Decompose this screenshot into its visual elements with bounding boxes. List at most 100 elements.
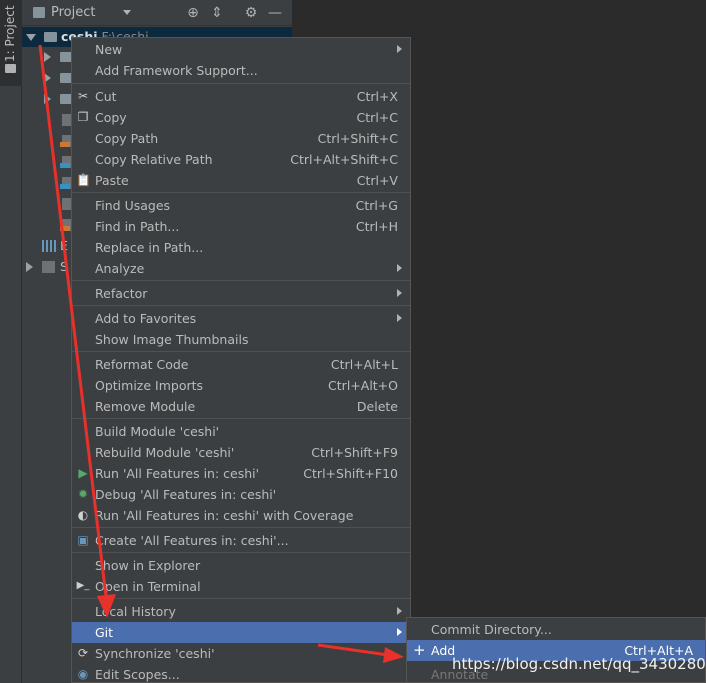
chevron-right-icon[interactable] — [26, 262, 33, 272]
coverage-icon: ◐ — [77, 508, 89, 522]
menu-item-cut[interactable]: ✂ Cut Ctrl+X — [72, 86, 410, 107]
menu-item-paste[interactable]: 📋 Paste Ctrl+V — [72, 170, 410, 191]
minimize-icon[interactable]: — — [266, 4, 284, 22]
menu-item-label: Create 'All Features in: ceshi'... — [95, 533, 289, 548]
menu-item-add-framework-support[interactable]: Add Framework Support... — [72, 60, 410, 81]
menu-item-optimize-imports[interactable]: Optimize Imports Ctrl+Alt+O — [72, 375, 410, 396]
chevron-right-icon[interactable] — [44, 52, 51, 62]
chevron-right-icon[interactable] — [44, 73, 51, 83]
collapse-all-icon[interactable]: ⇕ — [208, 4, 226, 22]
menu-item-label: Analyze — [95, 261, 145, 276]
menu-item-edit-scopes[interactable]: ◉ Edit Scopes... — [72, 664, 410, 683]
menu-item-find-in-path[interactable]: Find in Path... Ctrl+H — [72, 216, 410, 237]
menu-separator — [72, 280, 410, 281]
menu-item-label: Run 'All Features in: ceshi' — [95, 466, 260, 481]
menu-item-git[interactable]: Git — [72, 622, 410, 643]
create-config-icon: ▣ — [77, 533, 89, 547]
menu-item-shortcut: Ctrl+Alt+Shift+C — [290, 152, 398, 167]
menu-separator — [72, 552, 410, 553]
libraries-icon — [42, 240, 56, 252]
menu-item-label: Debug 'All Features in: ceshi' — [95, 487, 277, 502]
locate-icon[interactable]: ⊕ — [184, 4, 202, 22]
menu-item-refactor[interactable]: Refactor — [72, 283, 410, 304]
menu-item-label: Copy — [95, 110, 127, 125]
menu-item-new[interactable]: New — [72, 39, 410, 60]
menu-item-replace-in-path[interactable]: Replace in Path... — [72, 237, 410, 258]
menu-item-create-run-config[interactable]: ▣ Create 'All Features in: ceshi'... — [72, 530, 410, 551]
submenu-item-label: Commit Directory... — [431, 622, 552, 637]
menu-item-label: Rebuild Module 'ceshi' — [95, 445, 235, 460]
scissors-icon: ✂ — [77, 89, 89, 103]
menu-item-analyze[interactable]: Analyze — [72, 258, 410, 279]
menu-item-shortcut: Ctrl+Alt+L — [330, 357, 398, 372]
terminal-icon: ▶_ — [76, 580, 90, 591]
menu-item-add-to-favorites[interactable]: Add to Favorites — [72, 308, 410, 329]
menu-item-label: Copy Path — [95, 131, 159, 146]
menu-separator — [72, 83, 410, 84]
menu-separator — [72, 192, 410, 193]
menu-item-show-in-explorer[interactable]: Show in Explorer — [72, 555, 410, 576]
menu-item-reformat-code[interactable]: Reformat Code Ctrl+Alt+L — [72, 354, 410, 375]
menu-item-label: Synchronize 'ceshi' — [95, 646, 215, 661]
module-folder-icon — [44, 32, 57, 42]
menu-item-copy-relative-path[interactable]: Copy Relative Path Ctrl+Alt+Shift+C — [72, 149, 410, 170]
menu-item-label: Show in Explorer — [95, 558, 201, 573]
git-submenu: Commit Directory... + Add Ctrl+Alt+A Ann… — [406, 617, 706, 683]
project-panel-header: Project ⊕ ⇕ ⚙ — — [22, 0, 292, 26]
menu-item-rebuild-module[interactable]: Rebuild Module 'ceshi' Ctrl+Shift+F9 — [72, 442, 410, 463]
project-tool-tab-label: 1: Project — [3, 5, 17, 62]
menu-item-shortcut: Ctrl+X — [356, 89, 398, 104]
chevron-down-icon[interactable] — [26, 34, 36, 41]
submenu-arrow-icon — [397, 628, 402, 636]
chevron-right-icon[interactable] — [44, 94, 51, 104]
menu-item-label: Copy Relative Path — [95, 152, 213, 167]
menu-item-synchronize[interactable]: ⟳ Synchronize 'ceshi' — [72, 643, 410, 664]
menu-item-label: Git — [95, 625, 114, 640]
menu-separator — [72, 305, 410, 306]
sync-icon: ⟳ — [77, 646, 89, 660]
menu-item-debug[interactable]: ✹ Debug 'All Features in: ceshi' — [72, 484, 410, 505]
copy-icon: ❐ — [77, 110, 89, 124]
debug-icon: ✹ — [77, 487, 89, 501]
menu-item-label: Find in Path... — [95, 219, 180, 234]
menu-item-label: New — [95, 42, 123, 57]
chevron-down-icon[interactable] — [123, 10, 131, 15]
menu-item-local-history[interactable]: Local History — [72, 601, 410, 622]
menu-item-run-with-coverage[interactable]: ◐ Run 'All Features in: ceshi' with Cove… — [72, 505, 410, 526]
menu-item-shortcut: Ctrl+Shift+C — [317, 131, 398, 146]
menu-item-label: Optimize Imports — [95, 378, 204, 393]
submenu-item-commit-directory[interactable]: Commit Directory... — [407, 619, 705, 640]
watermark: https://blog.csdn.net/qq_34302802 — [452, 655, 706, 673]
menu-item-label: Remove Module — [95, 399, 196, 414]
menu-item-show-image-thumbnails[interactable]: Show Image Thumbnails — [72, 329, 410, 350]
menu-item-copy[interactable]: ❐ Copy Ctrl+C — [72, 107, 410, 128]
gear-icon[interactable]: ⚙ — [242, 4, 260, 22]
menu-item-build-module[interactable]: Build Module 'ceshi' — [72, 421, 410, 442]
menu-item-label: Add Framework Support... — [95, 63, 258, 78]
menu-item-label: Build Module 'ceshi' — [95, 424, 220, 439]
menu-item-shortcut: Ctrl+Shift+F9 — [311, 445, 398, 460]
menu-item-label: Run 'All Features in: ceshi' with Covera… — [95, 508, 354, 523]
submenu-arrow-icon — [397, 289, 402, 297]
submenu-arrow-icon — [397, 314, 402, 322]
tool-window-stripe: 1: Project — [0, 0, 22, 683]
menu-item-label: Replace in Path... — [95, 240, 204, 255]
menu-item-label: Show Image Thumbnails — [95, 332, 249, 347]
menu-item-label: Find Usages — [95, 198, 171, 213]
menu-item-remove-module[interactable]: Remove Module Delete — [72, 396, 410, 417]
tree-scratches-label: S — [60, 259, 68, 274]
menu-item-label: Open in Terminal — [95, 579, 201, 594]
project-view-title[interactable]: Project — [51, 5, 95, 20]
submenu-arrow-icon — [397, 45, 402, 53]
menu-separator — [72, 527, 410, 528]
run-icon: ▶ — [78, 466, 88, 480]
menu-item-copy-path[interactable]: Copy Path Ctrl+Shift+C — [72, 128, 410, 149]
menu-item-label: Edit Scopes... — [95, 667, 180, 682]
context-menu: New Add Framework Support... ✂ Cut Ctrl+… — [71, 37, 411, 683]
menu-item-shortcut: Ctrl+H — [355, 219, 398, 234]
menu-item-find-usages[interactable]: Find Usages Ctrl+G — [72, 195, 410, 216]
menu-item-open-in-terminal[interactable]: ▶_ Open in Terminal — [72, 576, 410, 597]
menu-item-run[interactable]: ▶ Run 'All Features in: ceshi' Ctrl+Shif… — [72, 463, 410, 484]
project-tool-tab[interactable]: 1: Project — [0, 0, 22, 86]
menu-item-shortcut: Ctrl+V — [356, 173, 398, 188]
